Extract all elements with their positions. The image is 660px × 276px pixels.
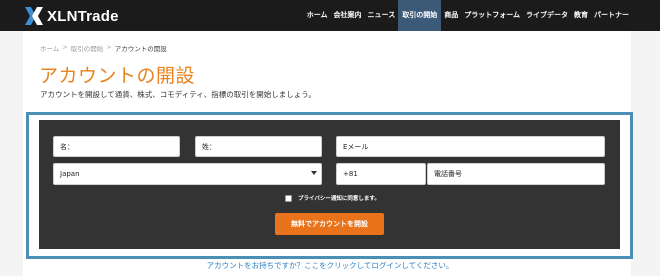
nav-item-get-started[interactable]: 取引の開始 [398, 0, 442, 31]
main-nav: ホーム 会社案内 ニュース 取引の開始 商品 プラットフォーム ライブデータ 教… [304, 0, 632, 31]
nav-item-home[interactable]: ホーム [304, 0, 331, 31]
nav-item-news[interactable]: ニュース [365, 0, 399, 31]
email-field[interactable] [336, 136, 605, 157]
phone-code-field[interactable] [336, 163, 426, 185]
first-name-field[interactable] [53, 136, 180, 157]
breadcrumb-home[interactable]: ホーム [40, 43, 59, 53]
privacy-consent-label: プライバシー通知に同意します。 [298, 196, 380, 202]
nav-item-live-data[interactable]: ライブデータ [523, 0, 571, 31]
nav-item-company[interactable]: 会社案内 [331, 0, 365, 31]
nav-item-partners[interactable]: パートナー [591, 0, 632, 31]
brand-name: XLNTrade [47, 7, 119, 25]
chevron-down-icon [311, 171, 317, 175]
privacy-consent: プライバシー通知に同意します。 [285, 194, 380, 202]
login-link[interactable]: アカウントをお持ちですか？ここをクリックしてログインしてください。 [0, 260, 660, 271]
phone-number-field[interactable] [427, 163, 605, 185]
page-title: アカウントの開設 [39, 65, 196, 87]
country-select[interactable]: Japan [53, 163, 322, 185]
last-name-field[interactable] [195, 136, 322, 157]
nav-item-platform[interactable]: プラットフォーム [461, 0, 523, 31]
country-select-value: Japan [60, 170, 80, 178]
brand-logo[interactable]: XLNTrade [25, 5, 119, 27]
breadcrumb-separator: > [106, 43, 112, 51]
breadcrumb-separator: > [62, 43, 68, 51]
nav-item-education[interactable]: 教育 [571, 0, 591, 31]
breadcrumb-current: アカウントの開設 [114, 45, 167, 53]
open-account-button[interactable]: 無料でアカウントを開設 [275, 213, 384, 235]
xln-x-logo-icon [25, 7, 43, 25]
breadcrumb: ホーム > 取引の開始 > アカウントの開設 [40, 43, 167, 53]
privacy-consent-checkbox[interactable] [285, 194, 292, 202]
nav-item-products[interactable]: 商品 [441, 0, 461, 31]
top-navigation-bar: XLNTrade ホーム 会社案内 ニュース 取引の開始 商品 プラットフォーム… [0, 0, 660, 31]
page-intro: アカウントを開設して通貨、株式、コモディティ、指標の取引を開始しましょう。 [40, 90, 316, 99]
breadcrumb-parent[interactable]: 取引の開始 [71, 43, 104, 53]
